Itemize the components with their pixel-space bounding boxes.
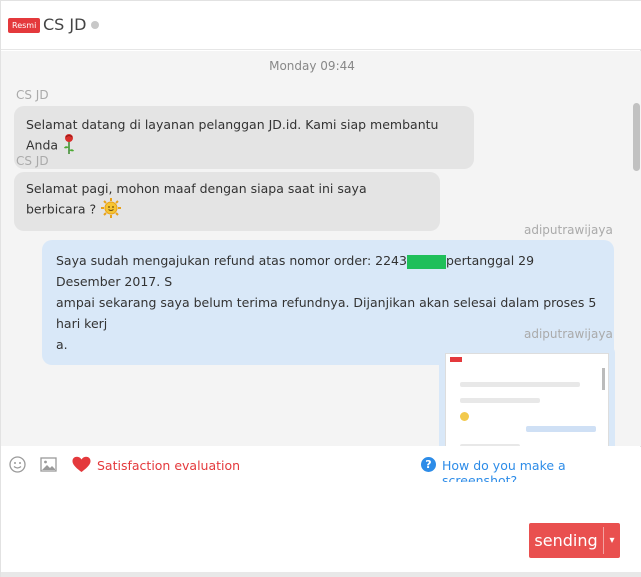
message-text: Selamat datang di layanan pelanggan JD.i… — [26, 117, 439, 153]
message-text: Saya sudah mengajukan refund atas nomor … — [56, 253, 407, 268]
window-bottom-edge — [1, 572, 641, 577]
chat-window: Resmi CS JD Monday 09:44 CS JD Selamat d… — [0, 0, 641, 577]
message-sender: adiputrawijaya — [524, 327, 613, 341]
message-text: a. — [56, 337, 68, 352]
timestamp: Monday 09:44 — [269, 59, 355, 73]
rose-emoji-icon — [62, 133, 76, 159]
online-status-dot — [91, 21, 99, 29]
message-sender: CS JD — [16, 88, 49, 102]
screenshot-thumbnail — [445, 353, 609, 446]
message-list[interactable]: Monday 09:44 CS JD Selamat datang di lay… — [1, 51, 641, 446]
incoming-message: Selamat datang di layanan pelanggan JD.i… — [14, 106, 474, 169]
heart-icon[interactable] — [72, 456, 91, 477]
emoji-icon[interactable] — [9, 456, 26, 477]
redacted-order-number — [406, 254, 446, 269]
message-sender: adiputrawijaya — [524, 223, 613, 237]
image-upload-icon[interactable] — [40, 456, 57, 477]
message-sender: CS JD — [16, 154, 49, 168]
message-list-scrollbar[interactable] — [633, 103, 640, 171]
send-button[interactable]: sending — [529, 523, 603, 558]
chat-title: CS JD — [43, 15, 87, 34]
message-text: ampai sekarang saya belum terima refundn… — [56, 295, 597, 331]
help-icon[interactable]: ? — [421, 457, 436, 472]
incoming-message: Selamat pagi, mohon maaf dengan siapa sa… — [14, 172, 440, 231]
official-badge: Resmi — [8, 18, 41, 33]
input-toolbar: Satisfaction evaluation ? How do you mak… — [1, 447, 641, 488]
chat-header: Resmi CS JD — [1, 1, 641, 50]
sun-emoji-icon — [100, 197, 122, 223]
send-button-group: sending ▾ — [529, 523, 620, 558]
send-options-dropdown[interactable]: ▾ — [604, 523, 620, 558]
satisfaction-evaluation-link[interactable]: Satisfaction evaluation — [97, 458, 240, 473]
image-message[interactable] — [439, 345, 615, 446]
message-text: Selamat pagi, mohon maaf dengan siapa sa… — [26, 181, 367, 217]
